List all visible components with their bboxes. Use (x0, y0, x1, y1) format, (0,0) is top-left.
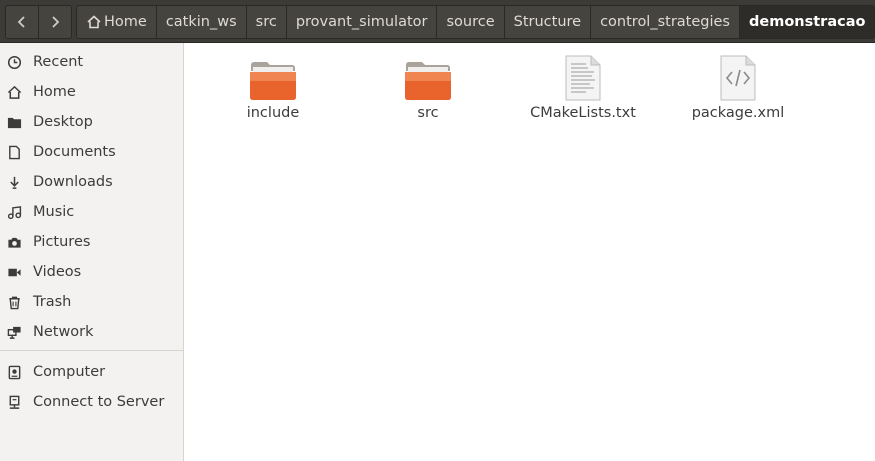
sidebar-item-home[interactable]: Home (0, 77, 183, 107)
sidebar-item-label: Trash (33, 294, 72, 310)
document-icon (6, 144, 22, 160)
breadcrumb-label: source (446, 14, 495, 30)
sidebar-item-documents[interactable]: Documents (0, 137, 183, 167)
chevron-right-icon (52, 16, 60, 28)
home-icon (87, 15, 101, 29)
sidebar-item-desktop[interactable]: Desktop (0, 107, 183, 137)
sidebar: Recent Home Desktop Documents Downloads … (0, 43, 184, 461)
path-bar: Home catkin_ws src provant_simulator sou… (0, 0, 875, 43)
sidebar-item-label: Computer (33, 364, 106, 380)
breadcrumb-structure[interactable]: Structure (503, 6, 591, 38)
file-view: include src CMakeLists.txt package.xml (189, 43, 875, 461)
breadcrumb-control-strategies[interactable]: control_strategies (590, 6, 739, 38)
sidebar-item-label: Pictures (33, 234, 91, 250)
file-item-package-xml[interactable]: package.xml (673, 51, 803, 121)
breadcrumb-source[interactable]: source (436, 6, 504, 38)
clock-icon (6, 54, 22, 70)
breadcrumb-provant-simulator[interactable]: provant_simulator (285, 6, 437, 38)
sidebar-item-downloads[interactable]: Downloads (0, 167, 183, 197)
folder-icon (363, 51, 493, 101)
network-icon (6, 324, 22, 340)
sidebar-item-network[interactable]: Network (0, 317, 183, 347)
forward-button[interactable] (38, 6, 71, 38)
sidebar-item-videos[interactable]: Videos (0, 257, 183, 287)
sidebar-item-label: Recent (33, 54, 84, 70)
sidebar-item-pictures[interactable]: Pictures (0, 227, 183, 257)
breadcrumb-catkin-ws[interactable]: catkin_ws (155, 6, 246, 38)
sidebar-item-label: Network (33, 324, 94, 340)
file-item-cmakelists[interactable]: CMakeLists.txt (518, 51, 648, 121)
text-file-icon (518, 51, 648, 101)
folder-icon (6, 114, 22, 130)
sidebar-item-trash[interactable]: Trash (0, 287, 183, 317)
breadcrumb-label: catkin_ws (165, 14, 237, 30)
sidebar-item-label: Connect to Server (33, 394, 165, 410)
sidebar-item-label: Home (33, 84, 76, 100)
sidebar-divider (0, 350, 183, 351)
file-name: include (246, 105, 300, 121)
file-name: package.xml (691, 105, 785, 121)
music-icon (6, 204, 22, 220)
breadcrumb-label: Home (104, 14, 147, 30)
sidebar-item-label: Videos (33, 264, 82, 280)
breadcrumb: Home catkin_ws src provant_simulator sou… (76, 5, 875, 39)
breadcrumb-home[interactable]: Home (77, 6, 156, 38)
file-item-include[interactable]: include (208, 51, 338, 121)
trash-icon (6, 294, 22, 310)
file-name: src (417, 105, 439, 121)
sidebar-item-label: Documents (33, 144, 116, 160)
video-icon (6, 264, 22, 280)
back-button[interactable] (6, 6, 38, 38)
breadcrumb-label: provant_simulator (295, 14, 428, 30)
sidebar-item-label: Downloads (33, 174, 113, 190)
sidebar-item-music[interactable]: Music (0, 197, 183, 227)
sidebar-item-recent[interactable]: Recent (0, 47, 183, 77)
home-icon (6, 84, 22, 100)
download-icon (6, 174, 22, 190)
file-item-src[interactable]: src (363, 51, 493, 121)
breadcrumb-demonstracao[interactable]: demonstracao (739, 6, 875, 38)
breadcrumb-src[interactable]: src (245, 6, 286, 38)
sidebar-item-label: Music (33, 204, 75, 220)
breadcrumb-label: control_strategies (600, 14, 730, 30)
xml-file-icon (673, 51, 803, 101)
folder-icon (208, 51, 338, 101)
file-manager-window: Home catkin_ws src provant_simulator sou… (0, 0, 875, 461)
sidebar-item-connect-to-server[interactable]: Connect to Server (0, 387, 183, 417)
breadcrumb-label: src (255, 14, 277, 30)
file-name: CMakeLists.txt (530, 105, 636, 121)
sidebar-item-label: Desktop (33, 114, 93, 130)
breadcrumb-label: demonstracao (749, 14, 866, 30)
camera-icon (6, 234, 22, 250)
computer-icon (6, 364, 22, 380)
nav-buttons (5, 5, 72, 39)
sidebar-item-computer[interactable]: Computer (0, 357, 183, 387)
breadcrumb-label: Structure (513, 14, 582, 30)
server-icon (6, 394, 22, 410)
chevron-left-icon (17, 16, 25, 28)
